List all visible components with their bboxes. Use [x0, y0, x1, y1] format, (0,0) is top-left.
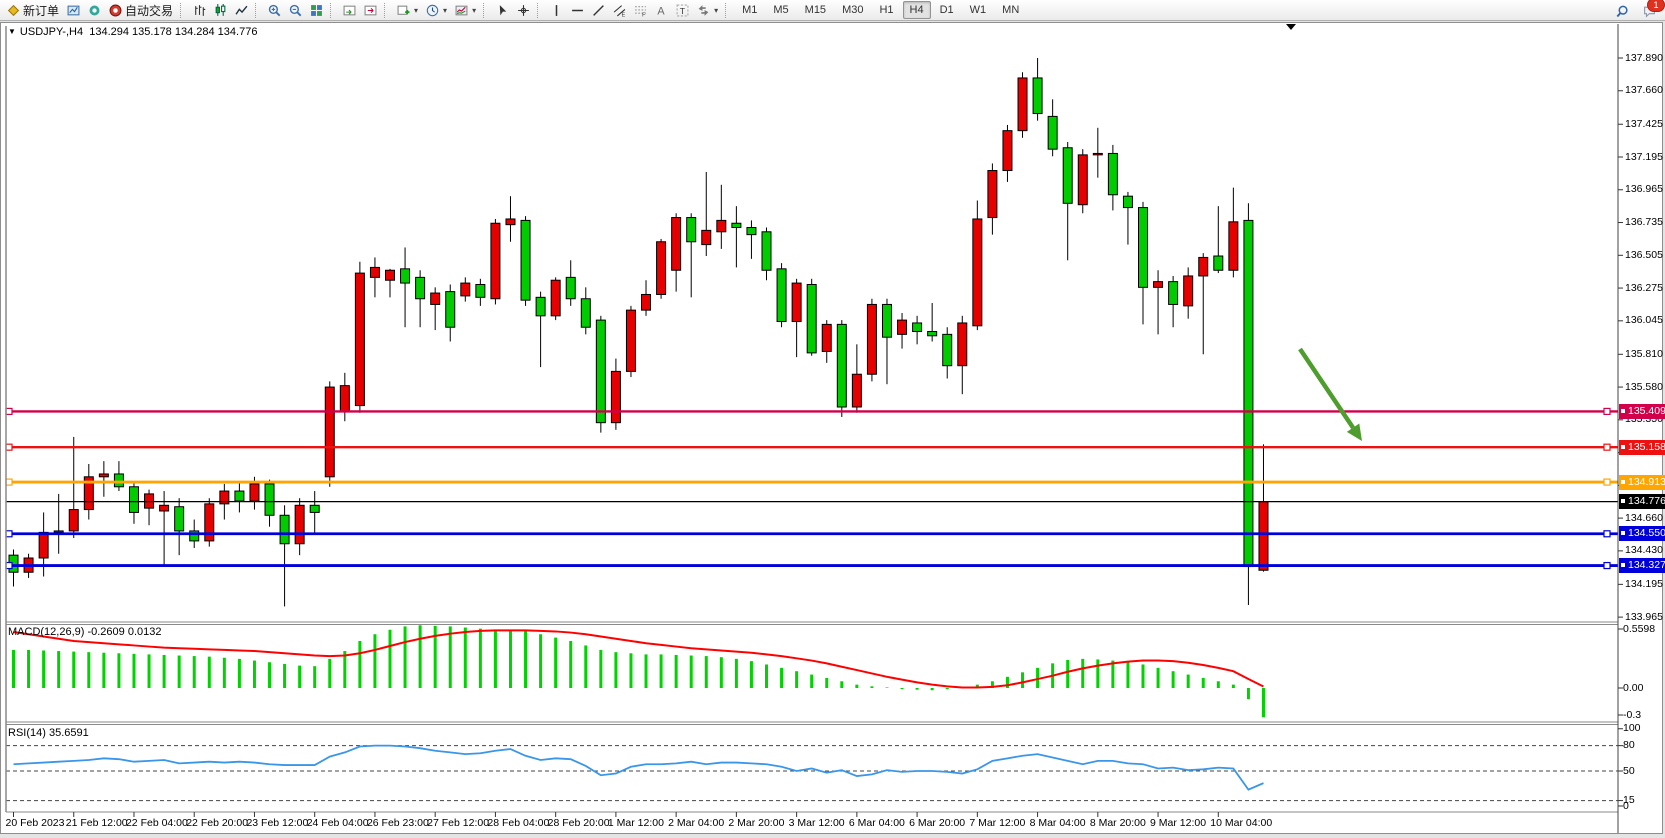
text-icon: A — [655, 4, 668, 17]
price-line-label[interactable]: 134.776 — [1619, 494, 1665, 509]
channel-button[interactable]: E — [609, 0, 630, 21]
notifications-button[interactable]: 1 — [1639, 1, 1660, 22]
line-handle[interactable] — [1621, 499, 1625, 503]
text-button[interactable]: A — [651, 0, 672, 21]
line-chart-button[interactable] — [231, 0, 252, 21]
chevron-down-icon[interactable]: ▾ — [714, 6, 718, 15]
timeframe-d1[interactable]: D1 — [933, 1, 961, 19]
rsi-panel-splitter[interactable] — [0, 721, 1618, 725]
toolbar-separator — [255, 3, 260, 18]
bar-chart-icon — [193, 4, 206, 17]
cursor-icon — [496, 4, 509, 17]
price-line-label[interactable]: 135.409 — [1619, 404, 1665, 419]
trendline-button[interactable] — [588, 0, 609, 21]
crosshair-button[interactable] — [513, 0, 534, 21]
label-button[interactable]: T — [672, 0, 693, 21]
chart-window-icon — [67, 4, 80, 17]
timeframe-m30[interactable]: M30 — [835, 1, 870, 19]
zoom-in-icon — [268, 4, 281, 17]
line-handle[interactable] — [1621, 409, 1625, 413]
vline-icon — [550, 4, 563, 17]
vline-button[interactable] — [546, 0, 567, 21]
toolbar-separator — [330, 3, 335, 18]
auto-scroll-icon — [343, 4, 356, 17]
crosshair-icon — [517, 4, 530, 17]
toolbar-buttons: 新订单 自动交易 ▾ ▾ ▾ E FA T ▾ — [3, 0, 734, 21]
fibonacci-button[interactable]: F — [630, 0, 651, 21]
label-icon: T — [676, 4, 689, 17]
toolbar-separator — [384, 3, 389, 18]
zoom-out-icon — [289, 4, 302, 17]
clock-icon — [426, 4, 439, 17]
line-handle[interactable] — [1621, 531, 1625, 535]
candle-chart-icon — [214, 4, 227, 17]
timeframe-toolbar: M1M5M15M30H1H4D1W1MN — [734, 1, 1027, 19]
chevron-down-icon[interactable]: ▾ — [414, 6, 418, 15]
toolbar: 新订单 自动交易 ▾ ▾ ▾ E FA T ▾ M1M5M15M30H1H4D1W1MN 1 — [0, 0, 1665, 21]
timeframe-m1[interactable]: M1 — [735, 1, 764, 19]
hline-icon — [571, 4, 584, 17]
line-handle[interactable] — [1621, 563, 1625, 567]
zoom-in-button[interactable] — [264, 0, 285, 21]
timeframe-m5[interactable]: M5 — [766, 1, 795, 19]
template-button[interactable]: ▾ — [451, 0, 480, 21]
new-order-icon — [7, 4, 20, 17]
autotrade-icon — [109, 4, 122, 17]
toolbar-separator — [483, 3, 488, 18]
toolbar-right: 1 — [1612, 1, 1660, 22]
line-chart-icon — [235, 4, 248, 17]
search-button[interactable] — [1612, 1, 1633, 22]
svg-text:E: E — [622, 12, 626, 17]
toolbar-separator — [180, 3, 185, 18]
new-chart-icon — [397, 4, 410, 17]
toolbar-button-label: 新订单 — [23, 2, 59, 19]
hline-button[interactable] — [567, 0, 588, 21]
price-line-label[interactable]: 134.913 — [1619, 475, 1665, 490]
toolbar-button-label: 自动交易 — [125, 2, 173, 19]
notification-badge: 1 — [1647, 0, 1665, 12]
shapes-icon — [697, 4, 710, 17]
chart-window-button[interactable] — [63, 0, 84, 21]
chevron-down-icon[interactable]: ▾ — [472, 6, 476, 15]
new-order-button[interactable]: 新订单 — [3, 0, 63, 21]
tile-windows-button[interactable] — [306, 0, 327, 21]
clock-button[interactable]: ▾ — [422, 0, 451, 21]
timeframe-mn[interactable]: MN — [995, 1, 1026, 19]
zoom-out-button[interactable] — [285, 0, 306, 21]
price-line-label[interactable]: 135.158 — [1619, 440, 1665, 455]
timeframe-h1[interactable]: H1 — [872, 1, 900, 19]
svg-text:A: A — [657, 5, 665, 17]
new-chart-button[interactable]: ▾ — [393, 0, 422, 21]
line-handle[interactable] — [1621, 445, 1625, 449]
tile-windows-icon — [310, 4, 323, 17]
chart-window[interactable] — [0, 22, 1663, 834]
macd-panel-splitter[interactable] — [0, 621, 1618, 625]
candle-chart-button[interactable] — [210, 0, 231, 21]
channel-icon: E — [613, 4, 626, 17]
autotrade-button[interactable]: 自动交易 — [105, 0, 177, 21]
line-handle[interactable] — [1621, 480, 1625, 484]
chart-shift-icon — [364, 4, 377, 17]
price-line-label[interactable]: 134.327 — [1619, 558, 1665, 573]
shapes-button[interactable]: ▾ — [693, 0, 722, 21]
search-icon — [1616, 5, 1629, 18]
timeframe-h4[interactable]: H4 — [903, 1, 931, 19]
timeframe-m15[interactable]: M15 — [798, 1, 833, 19]
bar-chart-button[interactable] — [189, 0, 210, 21]
price-line-label[interactable]: 134.550 — [1619, 526, 1665, 541]
signal-icon — [88, 4, 101, 17]
timeframe-w1[interactable]: W1 — [963, 1, 994, 19]
template-icon — [455, 4, 468, 17]
cursor-button[interactable] — [492, 0, 513, 21]
trendline-icon — [592, 4, 605, 17]
auto-scroll-button[interactable] — [339, 0, 360, 21]
toolbar-separator — [537, 3, 542, 18]
toolbar-separator — [725, 3, 730, 18]
chevron-down-icon[interactable]: ▾ — [443, 6, 447, 15]
chart-shift-button[interactable] — [360, 0, 381, 21]
fibonacci-icon: F — [634, 4, 647, 17]
signal-button[interactable] — [84, 0, 105, 21]
svg-text:T: T — [680, 5, 686, 15]
